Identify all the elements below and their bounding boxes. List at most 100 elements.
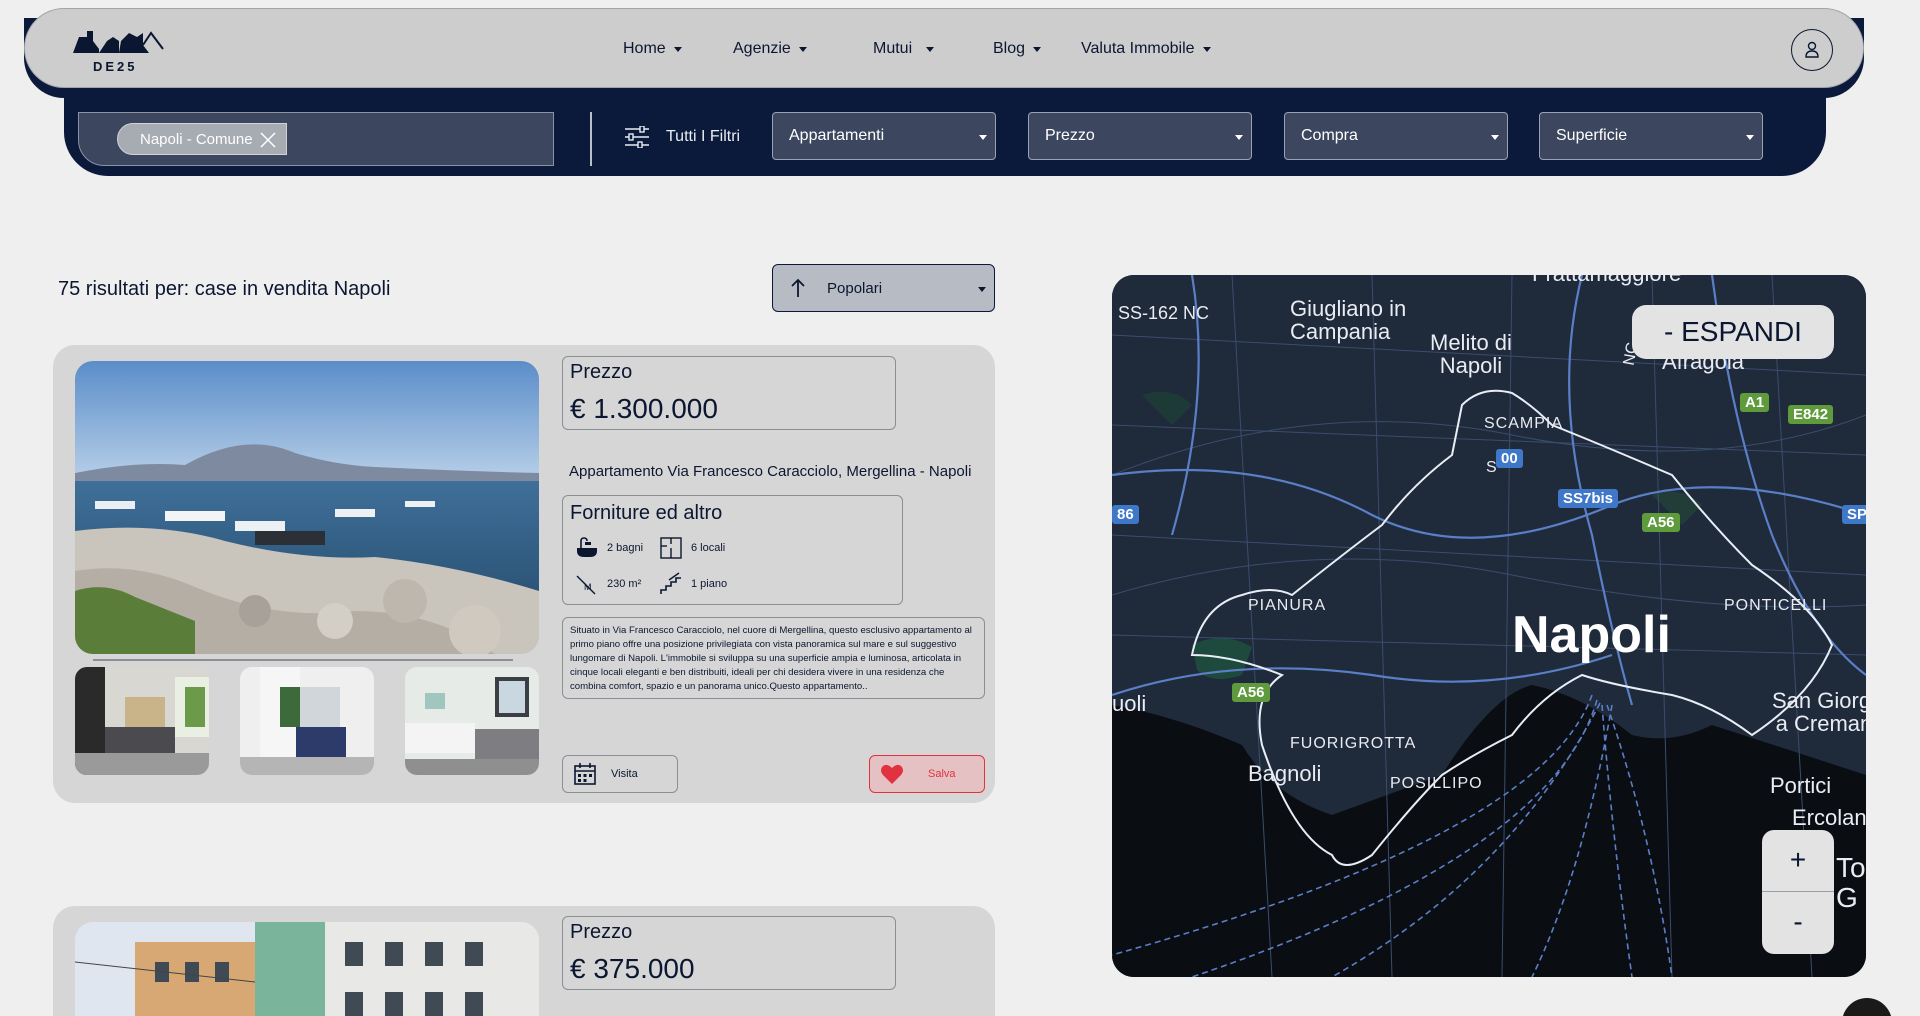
menu-item-mutui[interactable]: Mutui [873,40,993,58]
menu-item-agenzie[interactable]: Agenzie [733,40,873,58]
listing-card[interactable]: Prezzo € 1.300.000 Appartamento Via Fran… [53,345,995,803]
listing-main-photo[interactable] [75,922,539,1016]
menu-item-home[interactable]: Home [623,40,733,58]
listing-main-photo[interactable] [75,361,539,654]
filter-bar: Napoli - Comune Tutti I Filtri Appartame… [64,88,1826,176]
listing-thumbnail[interactable] [240,667,374,775]
zoom-out-button[interactable]: - [1762,892,1834,952]
menu-item-label: Blog [993,40,1026,57]
listing-card[interactable]: Prezzo € 375.000 [53,906,995,1016]
map-label: To G [1836,852,1866,913]
results-count-title: 75 risultati per: case in vendita Napoli [58,278,391,300]
road-shield: A1 [1740,393,1770,412]
features-title: Forniture ed altro [570,502,723,524]
sort-select[interactable]: Popolari [772,264,995,312]
top-navbar: DE25 Home Agenzie Mutui Blog Valuta Immo… [24,8,1864,98]
chevron-down-icon [1746,135,1754,140]
chevron-down-icon [926,46,935,52]
map-label: Bagnoli [1248,761,1322,786]
feature-bathrooms: 2 bagni [575,536,643,560]
map-label: POSILLIPO [1390,775,1483,792]
visit-button[interactable]: Visita [562,755,678,793]
map-label: Ercolan [1792,805,1866,830]
listing-title[interactable]: Appartamento Via Francesco Caracciolo, M… [569,463,971,480]
map-label: S [1486,459,1497,476]
price-value: € 1.300.000 [570,393,718,424]
bathtub-icon [577,537,597,557]
menu-item-label: Valuta Immobile [1081,40,1195,57]
map-label: PIANURA [1248,597,1327,614]
map-canvas [1112,275,1866,977]
main-menu: Home Agenzie Mutui Blog Valuta Immobile [623,9,1211,89]
map-label: FUORIGROTTA [1290,735,1417,752]
map-label: Melito di Napoli [1430,330,1512,378]
feature-rooms: 6 locali [659,536,725,560]
surface-select[interactable]: Superficie [1539,112,1763,160]
menu-item-label: Home [623,40,666,57]
listing-thumbnail[interactable] [75,667,209,775]
photo-divider [93,659,513,661]
property-type-select[interactable]: Appartamenti [772,112,996,160]
chevron-down-icon [1235,135,1243,140]
road-shield: 86 [1112,505,1139,524]
map-label-city: Napoli [1512,606,1671,664]
location-search-input[interactable]: Napoli - Comune [78,112,554,166]
select-value: Compra [1301,127,1358,144]
stairs-icon [660,572,681,594]
price-box: Prezzo € 1.300.000 [562,356,896,430]
road-shield: SS7bis [1558,489,1619,508]
map-view[interactable]: Frattamaggiore SS-162 NC Giugliano in Ca… [1112,275,1866,977]
price-box: Prezzo € 375.000 [562,916,896,990]
bedroom-photo [405,667,539,775]
map-label: Portici [1770,773,1832,798]
brand-name: DE25 [93,59,138,74]
svg-text:M: M [584,582,592,592]
road-shield: 00 [1496,449,1523,468]
feature-value: 2 bagni [607,542,644,554]
select-value: Superficie [1556,127,1628,144]
road-shield: SP [1842,505,1866,524]
road-shield: E842 [1788,405,1834,424]
close-icon[interactable] [258,130,278,150]
all-filters-button[interactable]: Tutti I Filtri [624,126,740,148]
road-shield: A56 [1642,513,1680,532]
price-value: € 375.000 [570,953,695,984]
house-logo-icon [73,31,164,53]
select-value: Appartamenti [789,127,885,144]
expand-map-button[interactable]: - ESPANDI [1632,305,1834,359]
all-filters-label: Tutti I Filtri [666,128,741,145]
chevron-down-icon [1491,135,1499,140]
chat-bubble-button[interactable] [1842,998,1892,1016]
menu-item-valuta-immobile[interactable]: Valuta Immobile [1081,40,1211,58]
zoom-control: + - [1762,830,1834,954]
chevron-down-icon [1033,46,1042,52]
seaside-photo [75,361,539,654]
feature-value: 230 m² [607,578,642,590]
feature-value: 6 locali [691,542,726,554]
user-account-button[interactable] [1791,29,1833,71]
map-label: uoli [1112,691,1147,716]
chevron-down-icon [979,135,987,140]
features-box: Forniture ed altro 2 bagni 6 locali M 23… [562,495,903,605]
buildings-photo [75,922,539,1016]
location-chip[interactable]: Napoli - Comune [117,123,287,155]
user-icon [1805,41,1819,58]
save-button[interactable]: Salva [869,755,985,793]
chevron-down-icon [673,46,682,52]
living-room-photo [75,667,209,775]
price-select[interactable]: Prezzo [1028,112,1252,160]
zoom-in-button[interactable]: + [1762,830,1834,890]
listing-thumbnail[interactable] [405,667,539,775]
price-label: Prezzo [570,921,633,943]
map-label: SS-162 NC [1118,303,1210,323]
chevron-down-icon [798,46,807,52]
feature-area: M 230 m² [575,572,641,596]
calendar-icon [574,763,596,785]
map-label: Giugliano in Campania [1290,296,1407,344]
contract-select[interactable]: Compra [1284,112,1508,160]
location-chip-label: Napoli - Comune [140,130,253,148]
map-label: San Giorgio a Cremano [1772,688,1866,736]
menu-item-label: Mutui [873,40,913,57]
menu-item-blog[interactable]: Blog [993,40,1081,58]
filter-divider [590,112,592,166]
